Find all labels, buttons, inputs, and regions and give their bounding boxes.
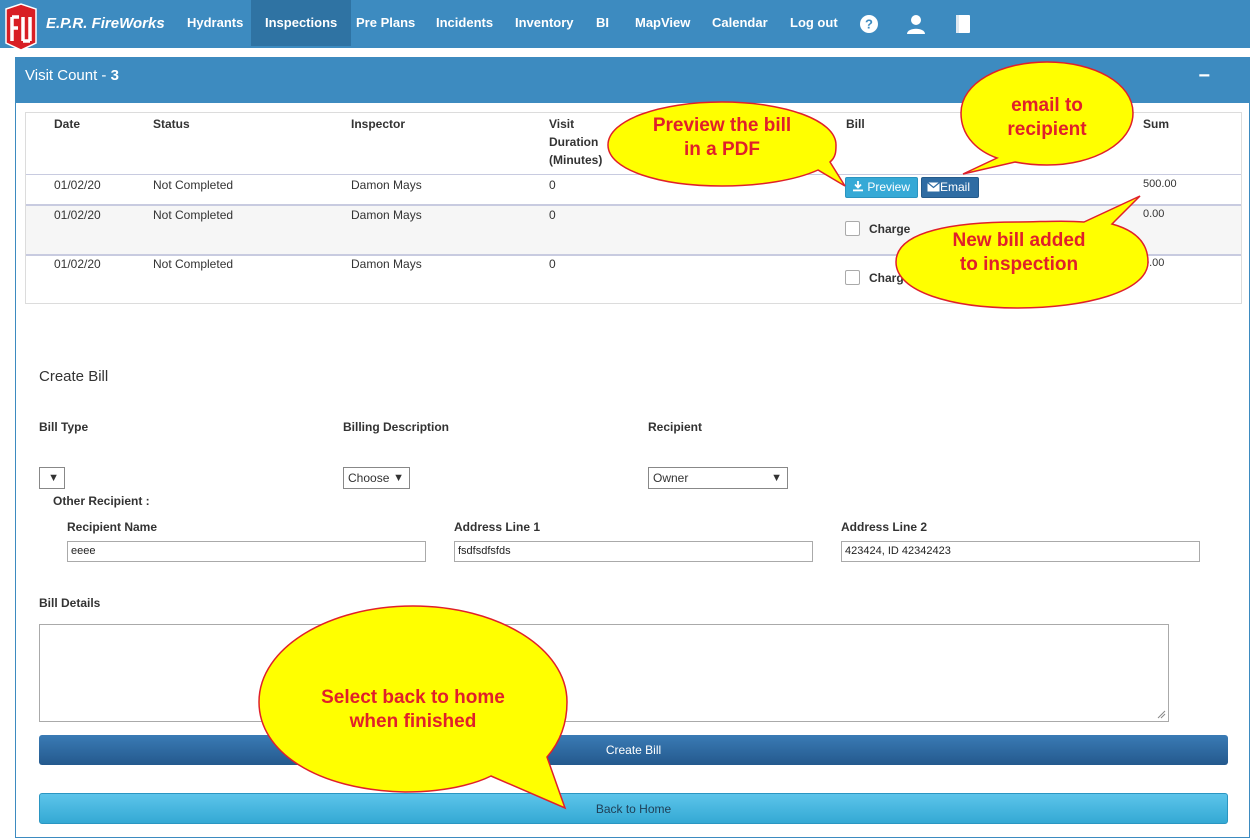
col-inspector: Inspector	[351, 117, 406, 131]
back-to-home-button[interactable]: Back to Home	[39, 793, 1228, 824]
address-line-2-label: Address Line 2	[841, 520, 928, 534]
charge-checkbox[interactable]	[845, 221, 860, 236]
create-bill-heading: Create Bill	[39, 368, 109, 385]
resize-handle-icon[interactable]	[1156, 709, 1166, 719]
row-status: Not Completed	[153, 208, 234, 222]
create-bill-button[interactable]: Create Bill	[39, 735, 1228, 765]
address-line-1-input[interactable]: fsdfsdfsfds	[454, 541, 813, 562]
recipient-name-input[interactable]: eeee	[67, 541, 426, 562]
col-sum: Sum	[1143, 117, 1170, 131]
preview-label: Preview	[867, 180, 911, 194]
user-icon[interactable]	[905, 13, 927, 35]
row-sum: 0.00	[1143, 257, 1165, 269]
row-duration: 0	[549, 178, 556, 192]
bill-type-select[interactable]: ▼	[39, 467, 65, 489]
top-navbar: E.P.R. FireWorks Hydrants Inspections Pr…	[0, 0, 1250, 51]
row-inspector: Damon Mays	[351, 208, 422, 222]
panel-title: Visit Count - 3	[25, 67, 119, 84]
col-bill: Bill	[846, 117, 865, 131]
row-inspector: Damon Mays	[351, 178, 422, 192]
email-button[interactable]: Email	[921, 177, 979, 198]
address-line-2-input[interactable]: 423424, ID 42342423	[841, 541, 1200, 562]
panel-header: Visit Count - 3 −	[15, 57, 1250, 103]
row-inspector: Damon Mays	[351, 257, 422, 271]
chevron-down-icon: ▼	[48, 472, 59, 484]
download-icon	[853, 181, 863, 192]
row-sum: 500.00	[1143, 178, 1177, 190]
email-label: Email	[940, 180, 971, 194]
col-duration: Visit Duration (Minutes)	[549, 117, 603, 167]
row-duration: 0	[549, 208, 556, 222]
nav-inspections[interactable]: Inspections	[251, 0, 352, 46]
preview-button[interactable]: Preview	[845, 177, 918, 198]
col-date: Date	[54, 117, 81, 131]
nav-calendar[interactable]: Calendar	[698, 0, 782, 46]
recipient-name-label: Recipient Name	[67, 520, 158, 534]
bill-details-textarea[interactable]	[39, 624, 1169, 722]
charge-label: Charge	[869, 271, 911, 285]
nav-log-out[interactable]: Log out	[776, 0, 852, 46]
bill-details-label: Bill Details	[39, 596, 101, 610]
recipient-value: Owner	[653, 471, 689, 485]
help-icon[interactable]: ?	[858, 13, 880, 35]
svg-text:?: ?	[865, 17, 873, 32]
col-status: Status	[153, 117, 190, 131]
fireworks-logo[interactable]	[3, 3, 39, 51]
chevron-down-icon: ▼	[393, 472, 404, 484]
nav-hydrants[interactable]: Hydrants	[173, 0, 257, 46]
row-date: 01/02/20	[54, 178, 101, 192]
billing-description-label: Billing Description	[343, 420, 450, 434]
nav-inventory[interactable]: Inventory	[501, 0, 588, 46]
nav-bi[interactable]: BI	[582, 0, 623, 46]
billing-description-select[interactable]: Choose ▼	[343, 467, 410, 489]
address-line-1-label: Address Line 1	[454, 520, 541, 534]
envelope-icon	[927, 182, 940, 192]
row-duration: 0	[549, 257, 556, 271]
row-status: Not Completed	[153, 178, 234, 192]
visit-count-label: Visit Count -	[25, 67, 111, 84]
charge-label: Charge	[869, 222, 911, 236]
row-sum: 0.00	[1143, 208, 1165, 220]
visit-count-value: 3	[110, 67, 119, 84]
brand-name[interactable]: E.P.R. FireWorks	[46, 15, 165, 32]
recipient-label: Recipient	[648, 420, 703, 434]
recipient-select[interactable]: Owner ▼	[648, 467, 788, 489]
book-icon[interactable]	[952, 13, 974, 35]
nav-pre-plans[interactable]: Pre Plans	[342, 0, 429, 46]
other-recipient-label: Other Recipient :	[53, 494, 150, 508]
nav-mapview[interactable]: MapView	[621, 0, 704, 46]
row-date: 01/02/20	[54, 208, 101, 222]
bill-type-label: Bill Type	[39, 420, 89, 434]
chevron-down-icon: ▼	[771, 472, 782, 484]
row-date: 01/02/20	[54, 257, 101, 271]
nav-incidents[interactable]: Incidents	[422, 0, 507, 46]
row-status: Not Completed	[153, 257, 234, 271]
billing-description-value: Choose	[348, 471, 390, 485]
collapse-button[interactable]: −	[1198, 65, 1210, 88]
charge-checkbox[interactable]	[845, 270, 860, 285]
